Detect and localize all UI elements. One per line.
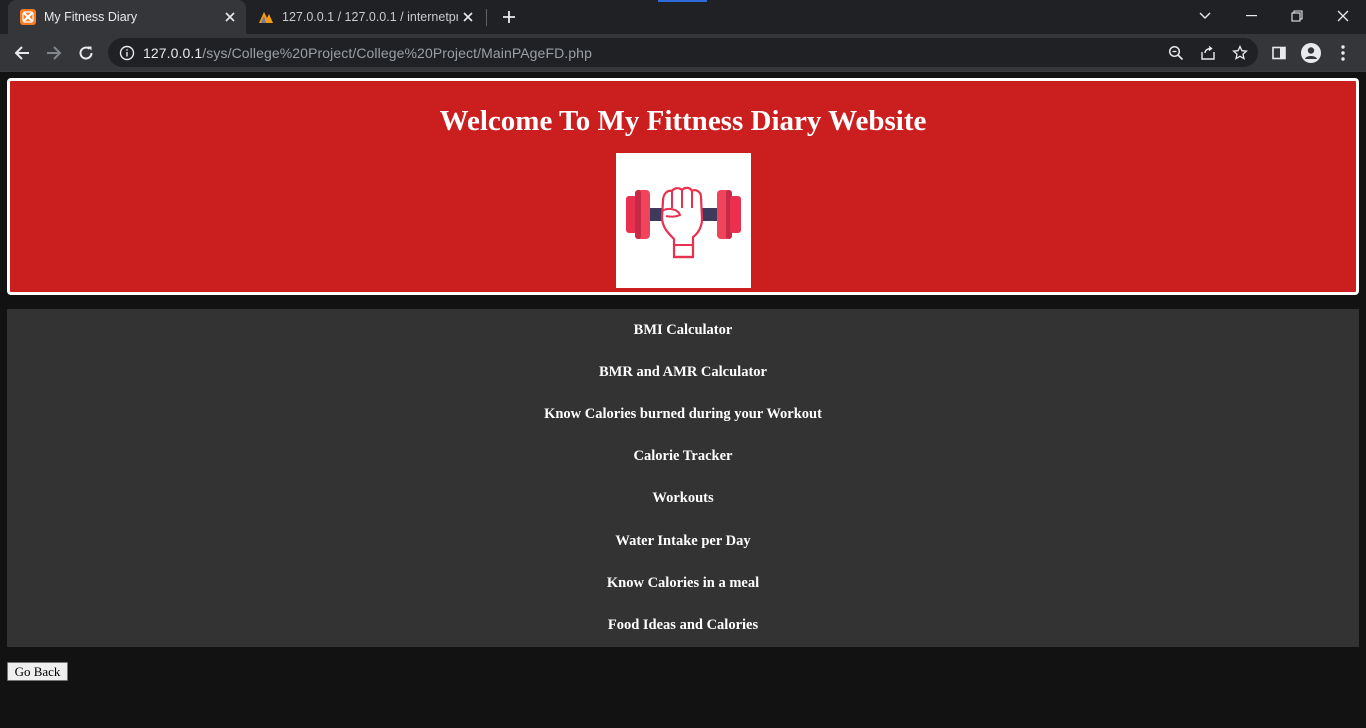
profile-avatar-icon [1301, 43, 1321, 63]
bookmark-star-icon[interactable] [1231, 44, 1249, 62]
profile-button[interactable] [1299, 41, 1323, 65]
url-path: /sys/College%20Project/College%20Project… [202, 44, 592, 61]
restore-icon [1291, 10, 1303, 22]
plus-icon [503, 11, 515, 23]
tab-strip: My Fitness Diary 127.0.0.1 / 127.0.0.1 /… [0, 0, 1366, 34]
tab-divider [486, 9, 487, 26]
side-panel-icon [1272, 46, 1286, 60]
reload-button[interactable] [71, 38, 101, 68]
chevron-down-icon [1199, 12, 1211, 19]
page-content: Welcome To My Fittness Diary Website BMI… [0, 73, 1366, 728]
tab-search-indicator [658, 0, 707, 2]
browser-toolbar: 127.0.0.1/sys/College%20Project/College%… [0, 34, 1366, 72]
close-window-button[interactable] [1320, 0, 1366, 32]
new-tab-button[interactable] [498, 6, 520, 28]
feature-menu: BMI Calculator BMR and AMR Calculator Kn… [7, 309, 1359, 647]
menu-item-bmr-amr-calculator[interactable]: BMR and AMR Calculator [7, 364, 1359, 381]
menu-item-workouts[interactable]: Workouts [7, 490, 1359, 507]
close-icon [1337, 10, 1349, 22]
url-host: 127.0.0.1 [143, 44, 203, 61]
page-title: Welcome To My Fittness Diary Website [439, 105, 927, 137]
kebab-menu-icon [1341, 45, 1345, 61]
minimize-button[interactable] [1228, 0, 1274, 32]
menu-item-calorie-tracker[interactable]: Calorie Tracker [7, 448, 1359, 465]
arrow-left-icon [14, 46, 29, 60]
tab-title: 127.0.0.1 / 127.0.0.1 / internetpro [282, 10, 458, 24]
tab-title: My Fitness Diary [44, 10, 138, 24]
xampp-icon [20, 9, 36, 25]
close-tab-icon[interactable] [220, 7, 240, 27]
zoom-icon[interactable] [1167, 44, 1185, 62]
menu-item-workout-calories[interactable]: Know Calories burned during your Workout [7, 406, 1359, 423]
forward-button[interactable] [39, 38, 69, 68]
menu-item-bmi-calculator[interactable]: BMI Calculator [7, 322, 1359, 339]
arrow-right-icon [47, 46, 62, 60]
address-bar[interactable]: 127.0.0.1/sys/College%20Project/College%… [108, 38, 1258, 67]
side-panel-button[interactable] [1267, 41, 1291, 65]
menu-item-food-ideas[interactable]: Food Ideas and Calories [7, 617, 1359, 634]
phpmyadmin-icon [258, 9, 274, 25]
browser-menu-button[interactable] [1331, 41, 1355, 65]
menu-item-water-intake[interactable]: Water Intake per Day [7, 533, 1359, 550]
dumbbell-fist-logo [616, 153, 751, 288]
url-text: 127.0.0.1/sys/College%20Project/College%… [143, 45, 592, 61]
share-icon[interactable] [1199, 44, 1217, 62]
reload-icon [79, 46, 93, 60]
info-icon[interactable] [119, 45, 135, 61]
tab-phpmyadmin[interactable]: 127.0.0.1 / 127.0.0.1 / internetpro [248, 0, 484, 34]
back-button[interactable] [7, 38, 37, 68]
close-tab-icon[interactable] [458, 7, 478, 27]
tab-my-fitness-diary[interactable]: My Fitness Diary [8, 0, 246, 34]
restore-button[interactable] [1274, 0, 1320, 32]
menu-item-meal-calories[interactable]: Know Calories in a meal [7, 575, 1359, 592]
go-back-button[interactable]: Go Back [7, 662, 68, 681]
header-banner: Welcome To My Fittness Diary Website [7, 78, 1359, 295]
tab-search-button[interactable] [1182, 0, 1228, 32]
minimize-icon [1245, 15, 1257, 17]
